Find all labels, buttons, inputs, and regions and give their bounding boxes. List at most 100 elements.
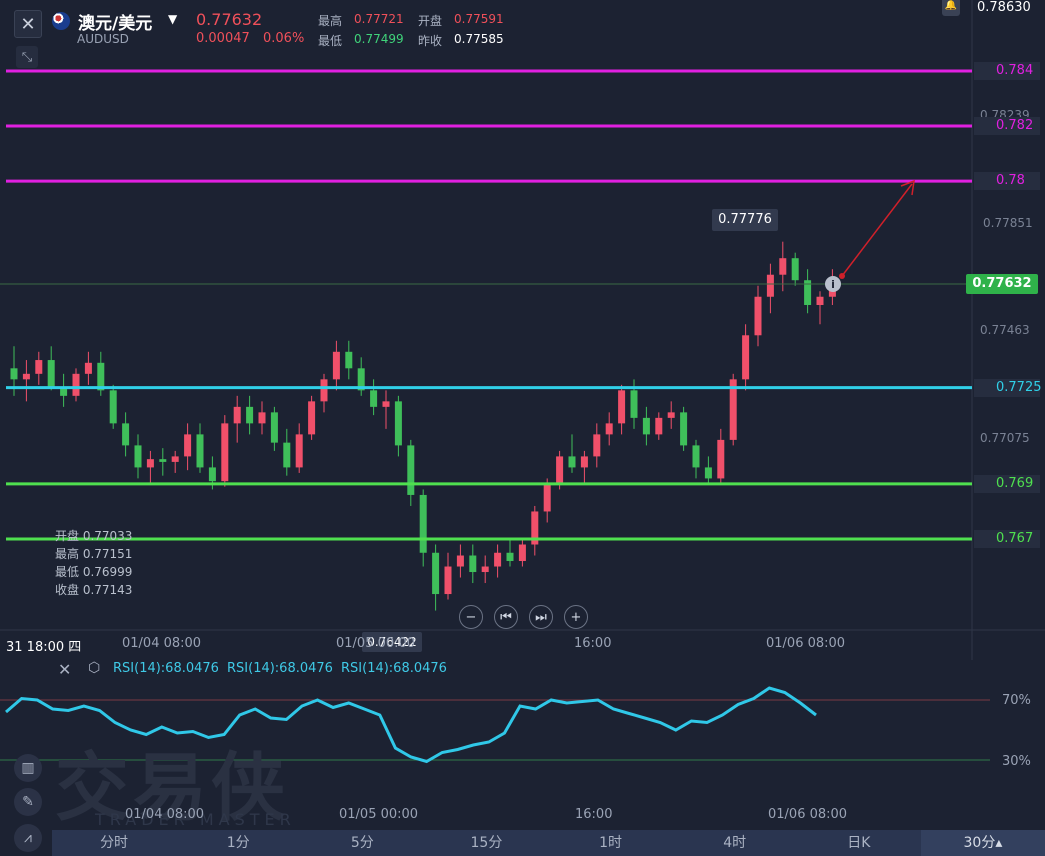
pencil-icon[interactable]: ✎ xyxy=(14,788,42,816)
timeframe-tabs: 分时 1分 5分 15分 1时 4时 日K 30分▴ xyxy=(52,830,1045,856)
candle-body xyxy=(779,258,787,275)
current-price-tag: 0.77632 xyxy=(966,274,1038,294)
high-marker: 0.77776 xyxy=(712,209,778,231)
chevron-down-icon[interactable]: ▼ xyxy=(168,12,177,26)
time-axis-label: 16:00 xyxy=(574,636,612,651)
zoom-in-button[interactable]: + xyxy=(564,605,588,629)
candle-body xyxy=(320,379,328,402)
candle-body xyxy=(791,258,799,281)
candle-body xyxy=(432,552,440,595)
high-label: 最高 xyxy=(318,14,343,28)
low-value: 0.77499 xyxy=(354,32,404,46)
tab-timeshare[interactable]: 分时 xyxy=(52,830,176,856)
axis-tick: 0.77463 xyxy=(980,323,1030,337)
high-value: 0.77721 xyxy=(354,12,404,26)
tab-5m[interactable]: 5分 xyxy=(300,830,424,856)
candle-body xyxy=(605,423,613,435)
scroll-end-button[interactable]: ⏭ xyxy=(529,605,553,629)
collapse-icon[interactable]: ⤡ xyxy=(16,46,38,68)
candle-body xyxy=(10,368,18,380)
candle-body xyxy=(766,274,774,297)
candle-body xyxy=(84,362,92,374)
pair-name[interactable]: 澳元/美元 xyxy=(78,9,152,34)
candle-body xyxy=(184,434,192,457)
ohlc-close: 收盘 0.77143 xyxy=(55,583,133,597)
candle-body xyxy=(642,417,650,435)
level-tag: 0.767 xyxy=(974,529,1040,548)
candle-body xyxy=(816,296,824,305)
tab-daily[interactable]: 日K xyxy=(797,830,921,856)
candle-body xyxy=(122,423,130,446)
time-axis-label: 01/06 08:00 xyxy=(766,636,846,651)
candle-body xyxy=(655,417,663,435)
rsi-label: RSI(14):68.0476 xyxy=(113,661,219,676)
prev-close-value: 0.77585 xyxy=(454,32,504,46)
open-label: 开盘 xyxy=(418,14,443,28)
candle-body xyxy=(568,456,576,468)
ohlc-high: 最高 0.77151 xyxy=(55,547,133,561)
symbol-code: AUDUSD xyxy=(77,32,129,46)
candle-body xyxy=(370,390,378,407)
candle-body xyxy=(680,412,688,446)
candle-body xyxy=(618,390,626,424)
candle-body xyxy=(208,467,216,482)
candle-body xyxy=(283,442,291,468)
candle-body xyxy=(332,351,340,380)
candle-body xyxy=(580,456,588,468)
candle-body xyxy=(481,566,489,573)
ohlc-low: 最低 0.76999 xyxy=(55,565,133,579)
candle-body xyxy=(717,439,725,479)
level-tag: 0.78 xyxy=(974,172,1040,191)
axis-tick: 0.77851 xyxy=(983,216,1033,230)
rsi-level-30: 30% xyxy=(1002,754,1031,769)
candle-body xyxy=(159,459,167,462)
candle-body xyxy=(22,373,30,380)
rsi-time-label: 01/05 00:00 xyxy=(339,807,419,822)
rsi-time-label: 16:00 xyxy=(575,807,613,822)
current-price: 0.77632 xyxy=(196,10,263,29)
level-tag: 0.782 xyxy=(974,117,1040,136)
scroll-start-button[interactable]: ⏮ xyxy=(494,605,518,629)
low-label: 最低 xyxy=(318,34,343,48)
tab-15m[interactable]: 15分 xyxy=(424,830,548,856)
tab-1m[interactable]: 1分 xyxy=(176,830,300,856)
candle-body xyxy=(630,390,638,418)
candle-body xyxy=(72,373,80,396)
zoom-out-button[interactable]: − xyxy=(459,605,483,629)
close-icon[interactable]: ✕ xyxy=(14,10,42,38)
candle-body xyxy=(295,434,303,468)
candle-body xyxy=(270,412,278,443)
svg-text:i: i xyxy=(831,278,835,291)
candle-body xyxy=(47,360,55,388)
candlestick-icon[interactable]: ▥ xyxy=(14,754,42,782)
indicator-icon[interactable]: ⩘ xyxy=(14,824,42,852)
tab-30m[interactable]: 30分▴ xyxy=(920,830,1045,856)
rsi-time-label: 01/06 08:00 xyxy=(768,807,848,822)
candle-body xyxy=(444,566,452,595)
settings-icon[interactable]: ⬡ xyxy=(88,660,100,676)
tab-4h[interactable]: 4时 xyxy=(673,830,797,856)
time-axis-start: 31 18:00 四 xyxy=(6,640,82,655)
candle-body xyxy=(593,434,601,457)
candle-body xyxy=(543,483,551,512)
axis-tick: 0.77075 xyxy=(980,431,1030,445)
axis-top-value: 0.78630 xyxy=(977,0,1031,15)
ohlc-open: 开盘 0.77033 xyxy=(55,529,133,543)
candle-body xyxy=(308,401,316,435)
candle-body xyxy=(171,456,179,462)
level-tag: 0.784 xyxy=(974,62,1040,80)
candle-body xyxy=(556,456,564,484)
tab-1h[interactable]: 1时 xyxy=(549,830,673,856)
price-change: 0.00047 xyxy=(196,31,250,46)
price-change-pct: 0.06% xyxy=(263,31,305,46)
candle-body xyxy=(456,555,464,567)
rsi-label: RSI(14):68.0476 xyxy=(227,661,333,676)
candle-body xyxy=(518,544,526,562)
candle-body xyxy=(258,412,266,424)
candle-body xyxy=(704,467,712,479)
candle-body xyxy=(345,351,353,369)
bell-icon[interactable]: 🔔 xyxy=(942,0,960,16)
rsi-close-icon[interactable]: ✕ xyxy=(58,660,71,679)
time-axis-label: 01/05 00:00 xyxy=(336,636,416,651)
candle-body xyxy=(134,445,142,468)
